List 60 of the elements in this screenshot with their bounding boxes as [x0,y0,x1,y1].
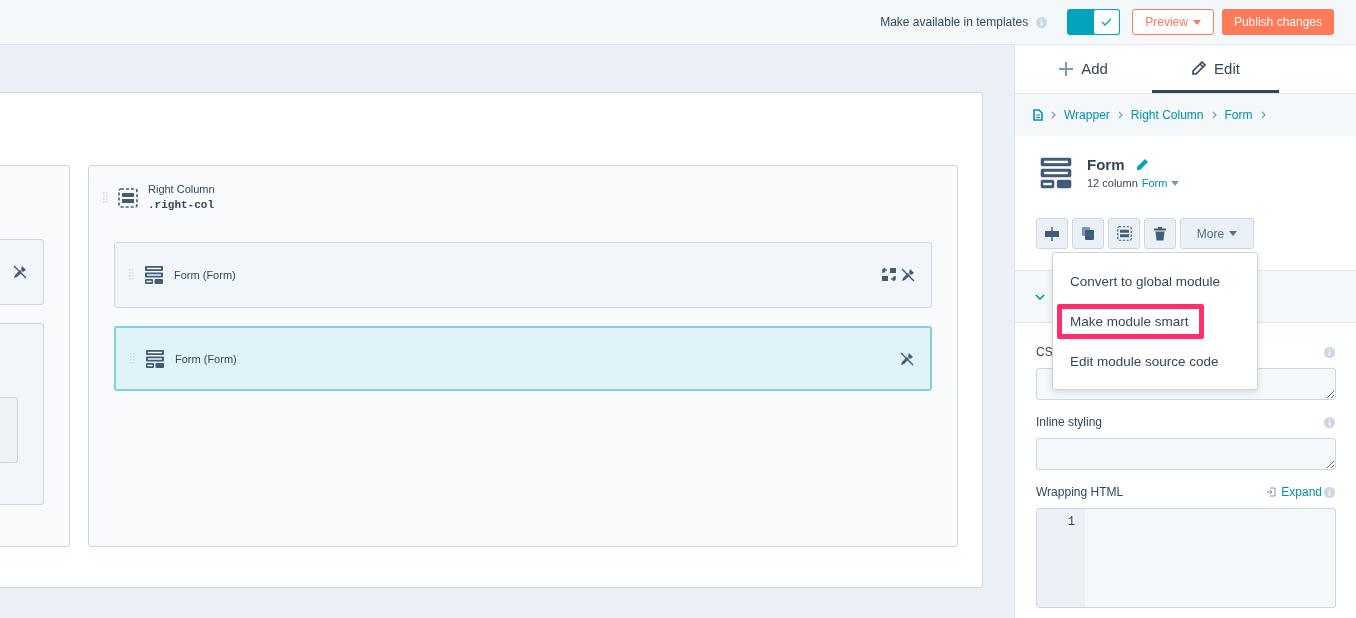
info-icon [1324,346,1335,358]
column-class: .right-col [148,198,215,213]
pencil-icon[interactable] [1134,157,1149,172]
expand-link[interactable]: Expand [1267,485,1322,499]
delete-button[interactable] [1144,218,1176,249]
availability-label: Make available in templates [880,15,1029,29]
split-button[interactable] [1036,218,1068,249]
drag-handle-icon[interactable] [103,192,108,204]
unpin-icon[interactable] [901,268,915,282]
form-module-icon [144,265,164,285]
field-label: Inline styling [1036,415,1103,429]
trash-icon [1154,226,1166,241]
module-row[interactable]: Form (Form) [114,242,932,308]
chevron-down-icon [1035,293,1045,300]
drag-handle-icon[interactable] [130,352,135,365]
info-icon [1324,416,1335,428]
module-title: Form [1087,156,1125,173]
availability-toggle[interactable] [1067,9,1121,35]
module-label: Form (Form) [174,269,237,281]
page-icon[interactable] [1033,109,1043,121]
drag-handle-icon[interactable] [129,269,134,281]
check-icon [1101,18,1113,26]
swap-icon[interactable] [882,268,896,281]
pencil-icon [1191,61,1207,76]
module-subtitle: 12 column [1087,177,1138,189]
field-label: Wrapping HTML [1036,485,1124,499]
module-row[interactable]: Form (Form) [114,326,932,391]
caret-icon [1171,180,1180,186]
unpin-icon[interactable] [900,351,914,366]
info-icon [1324,486,1335,498]
duplicate-button[interactable] [1072,218,1104,249]
column-icon [118,188,138,208]
unpin-icon[interactable] [13,265,27,279]
module-label: Form (Form) [175,352,238,365]
sidebar-tab[interactable]: Add [1043,45,1124,93]
chevron-icon [1051,111,1056,119]
field-label: CS [1036,345,1053,359]
chevron-icon [1211,111,1217,119]
column-name: Right Column [148,182,215,196]
form-module-icon [145,348,165,369]
form-module-icon [1039,156,1073,190]
wrap-button[interactable] [1108,218,1140,249]
caret-icon [1229,231,1238,236]
chevron-icon [1117,111,1123,119]
info-icon [1036,16,1048,28]
breadcrumb-link[interactable]: Right Column [1130,108,1204,122]
more-button[interactable]: More [1180,218,1254,249]
copy-icon [1082,227,1094,240]
menu-item[interactable]: Edit module source code [1053,341,1257,381]
code-editor[interactable]: 1 [1036,508,1336,608]
expand-icon [1267,487,1277,497]
chevron-icon [1260,111,1266,119]
plus-icon [1059,61,1074,76]
module-type-link[interactable]: Form [1141,177,1168,189]
line-number: 1 [1037,509,1085,607]
caret-icon [1192,19,1201,25]
menu-item[interactable]: Convert to global module [1053,261,1257,301]
breadcrumb-link[interactable]: Wrapper [1064,108,1110,122]
split-icon [1045,226,1059,241]
column-icon [1116,226,1132,241]
